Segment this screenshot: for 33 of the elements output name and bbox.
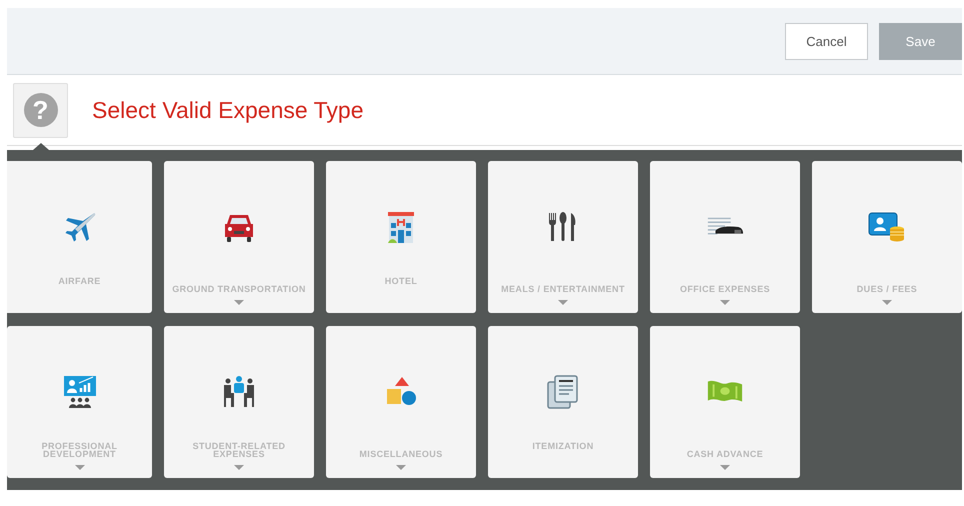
expense-type-tile[interactable]: OFFICE EXPENSES	[650, 161, 800, 313]
expense-type-label: GROUND TRANSPORTATION	[172, 285, 306, 294]
expense-type-label: MISCELLANEOUS	[359, 450, 443, 459]
expense-type-label: OFFICE EXPENSES	[680, 285, 770, 294]
caret-icon[interactable]	[74, 465, 84, 470]
expense-type-tile[interactable]: GROUND TRANSPORTATION	[164, 161, 314, 313]
caret-icon[interactable]	[720, 465, 730, 470]
expense-type-label: CASH ADVANCE	[686, 450, 764, 459]
expense-type-label: DUES / FEES	[856, 285, 918, 294]
expense-type-label: ITEMIZATION	[532, 442, 594, 451]
cancel-button[interactable]: Cancel	[785, 22, 868, 60]
caret-icon[interactable]	[882, 300, 892, 305]
expense-type-tile[interactable]: MISCELLANEOUS	[326, 326, 476, 478]
caret-icon[interactable]	[720, 300, 730, 305]
expense-type-label: AIRFARE	[58, 277, 101, 286]
expense-type-tile[interactable]: STUDENT-RELATED EXPENSES	[164, 326, 314, 478]
caret-icon[interactable]	[558, 300, 568, 305]
caret-icon[interactable]	[234, 300, 244, 305]
expense-type-tile[interactable]: HOTEL	[326, 161, 476, 313]
expense-type-tile[interactable]: MEALS / ENTERTAINMENT	[488, 161, 638, 313]
expense-type-tile[interactable]: PROFESSIONAL DEVELOPMENT	[7, 326, 152, 478]
expense-type-tile[interactable]: DUES / FEES	[812, 161, 962, 313]
expense-type-label: STUDENT-RELATED EXPENSES	[192, 442, 286, 459]
page-title: Select Valid Expense Type	[92, 96, 364, 124]
expense-type-label: PROFESSIONAL DEVELOPMENT	[40, 442, 118, 459]
expense-type-tile[interactable]: ITEMIZATION	[488, 326, 638, 478]
caret-icon[interactable]	[234, 465, 244, 470]
expense-type-label: MEALS / ENTERTAINMENT	[501, 285, 625, 294]
expense-type-label: HOTEL	[384, 277, 418, 286]
help-icon[interactable]: ?	[13, 82, 68, 138]
expense-type-tile[interactable]: CASH ADVANCE	[650, 326, 800, 478]
expense-type-tile[interactable]: AIRFARE	[7, 161, 152, 313]
caret-icon[interactable]	[396, 465, 406, 470]
